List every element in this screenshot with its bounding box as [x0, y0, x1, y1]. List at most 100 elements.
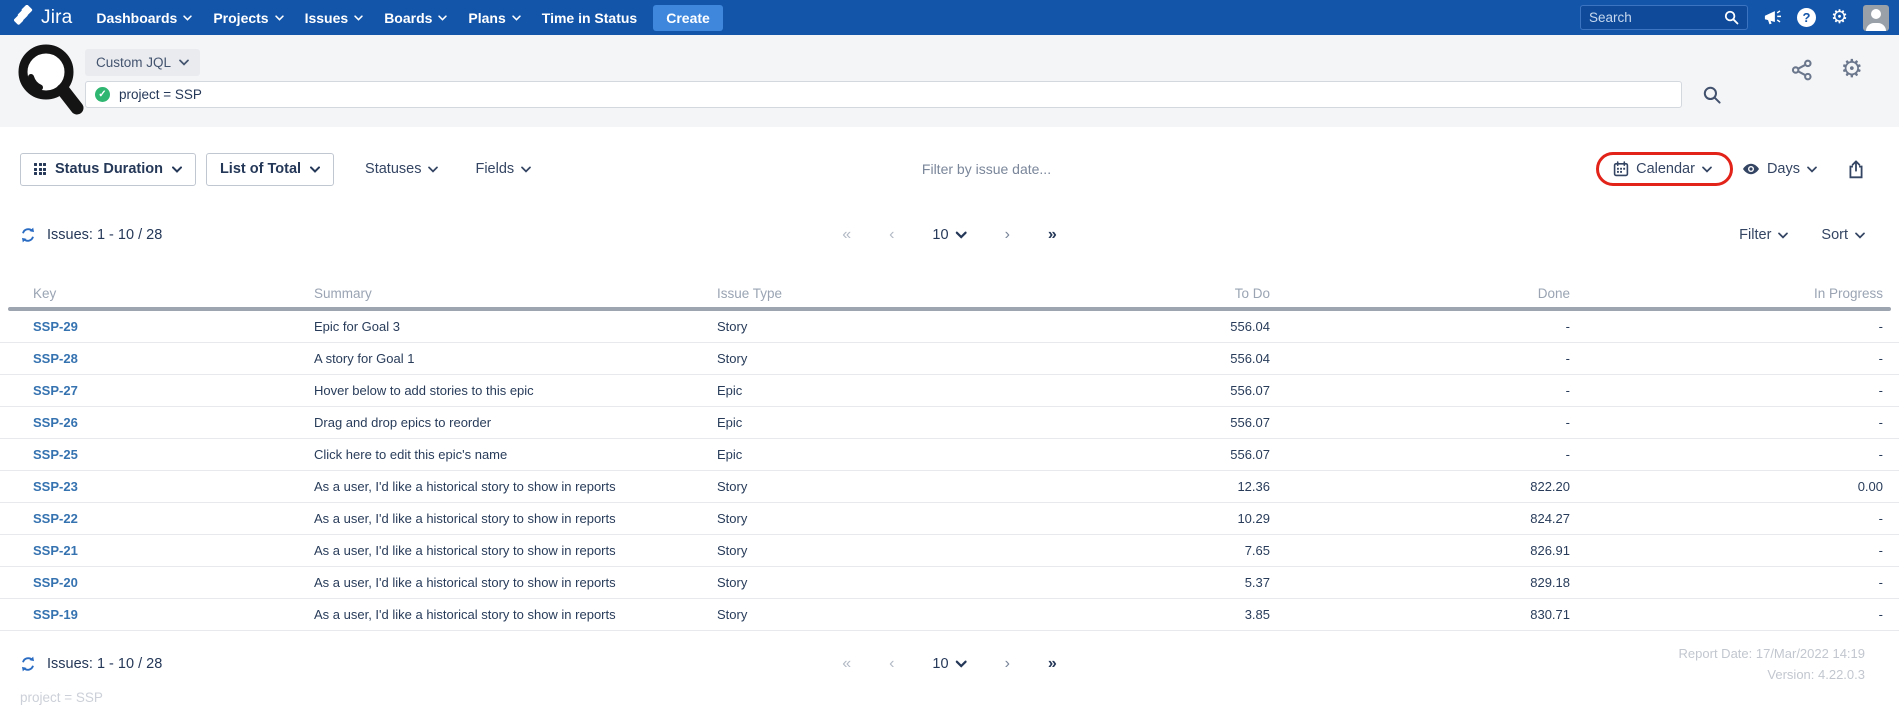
column-header-in-progress[interactable]: In Progress [1570, 286, 1883, 301]
issue-key-link[interactable]: SSP-22 [33, 511, 78, 526]
issue-key-link[interactable]: SSP-19 [33, 607, 78, 622]
table-row[interactable]: SSP-19 As a user, I'd like a historical … [0, 599, 1899, 631]
todo-value: 556.07 [1017, 383, 1270, 398]
column-header-todo[interactable]: To Do [1017, 286, 1270, 301]
header-action-icons: ⚙ [1791, 57, 1863, 82]
page-size-select[interactable]: 10 [932, 656, 966, 672]
issue-key-link[interactable]: SSP-20 [33, 575, 78, 590]
table-row[interactable]: SSP-23 As a user, I'd like a historical … [0, 471, 1899, 503]
issue-key-link[interactable]: SSP-25 [33, 447, 78, 462]
in-progress-value: 0.00 [1570, 479, 1883, 494]
chevron-down-icon [1778, 232, 1788, 239]
issue-type: Story [717, 351, 1017, 366]
run-search-icon[interactable] [1702, 85, 1722, 110]
query-header: Custom JQL ✓ project = SSP ⚙ [0, 35, 1899, 127]
fields-dropdown[interactable]: Fields [475, 161, 531, 177]
prev-page-icon[interactable]: ‹ [889, 227, 894, 243]
nav-menu-item[interactable]: Time in Status [540, 6, 639, 30]
in-progress-value: - [1570, 383, 1883, 398]
filter-dropdown[interactable]: Filter [1739, 227, 1788, 243]
table-row[interactable]: SSP-26 Drag and drop epics to reorder Ep… [0, 407, 1899, 439]
nav-search-box[interactable] [1580, 5, 1748, 30]
report-meta: Report Date: 17/Mar/2022 14:19 Version: … [1679, 643, 1865, 685]
user-avatar[interactable] [1863, 5, 1889, 31]
table-row[interactable]: SSP-21 As a user, I'd like a historical … [0, 535, 1899, 567]
settings-icon[interactable]: ⚙ [1831, 8, 1848, 27]
refresh-icon[interactable] [20, 227, 36, 243]
jql-input[interactable]: ✓ project = SSP [85, 81, 1682, 108]
done-value: - [1270, 383, 1570, 398]
search-input[interactable] [1589, 10, 1724, 25]
nav-menu-item[interactable]: Plans [466, 6, 522, 30]
done-value: - [1270, 351, 1570, 366]
done-value: 830.71 [1270, 607, 1570, 622]
issue-type: Epic [717, 415, 1017, 430]
report-type-button[interactable]: Status Duration [20, 153, 196, 186]
issue-key-link[interactable]: SSP-23 [33, 479, 78, 494]
jira-logo[interactable]: Jira [14, 5, 72, 31]
issue-key-link[interactable]: SSP-29 [33, 319, 78, 334]
done-value: - [1270, 447, 1570, 462]
first-page-icon[interactable]: « [842, 227, 851, 243]
issue-summary: As a user, I'd like a historical story t… [314, 607, 717, 622]
issue-key-link[interactable]: SSP-27 [33, 383, 78, 398]
column-header-done[interactable]: Done [1270, 286, 1570, 301]
issue-key-link[interactable]: SSP-26 [33, 415, 78, 430]
first-page-icon[interactable]: « [842, 656, 851, 672]
nav-item-label: Plans [468, 10, 505, 26]
help-icon[interactable]: ? [1797, 8, 1816, 27]
sort-dropdown[interactable]: Sort [1821, 227, 1865, 243]
last-page-icon[interactable]: » [1048, 227, 1057, 243]
nav-menu-item[interactable]: Issues [303, 6, 366, 30]
issue-key-link[interactable]: SSP-28 [33, 351, 78, 366]
nav-menu-item[interactable]: Dashboards [94, 6, 194, 30]
issue-type: Epic [717, 447, 1017, 462]
report-toolbar: Status Duration List of Total Statuses F… [0, 151, 1899, 187]
table-row[interactable]: SSP-29 Epic for Goal 3 Story 556.04 - - [0, 311, 1899, 343]
chevron-down-icon [310, 166, 320, 173]
jql-mode-dropdown[interactable]: Custom JQL [85, 49, 200, 76]
issue-type: Story [717, 319, 1017, 334]
calendar-dropdown[interactable]: Calendar [1613, 161, 1712, 177]
table-row[interactable]: SSP-28 A story for Goal 1 Story 556.04 -… [0, 343, 1899, 375]
share-icon[interactable] [1791, 59, 1813, 81]
chevron-down-icon [1702, 166, 1712, 173]
statuses-dropdown[interactable]: Statuses [365, 161, 438, 177]
in-progress-value: - [1570, 543, 1883, 558]
nav-menu-item[interactable]: Projects [211, 6, 285, 30]
table-row[interactable]: SSP-27 Hover below to add stories to thi… [0, 375, 1899, 407]
next-page-icon[interactable]: › [1005, 656, 1010, 672]
issue-type: Story [717, 543, 1017, 558]
view-type-button[interactable]: List of Total [206, 153, 334, 186]
nav-item-label: Issues [305, 10, 349, 26]
date-filter-input[interactable]: Filter by issue date... [922, 161, 1051, 177]
time-unit-dropdown[interactable]: Days [1742, 161, 1817, 177]
table-row[interactable]: SSP-22 As a user, I'd like a historical … [0, 503, 1899, 535]
next-page-icon[interactable]: › [1005, 227, 1010, 243]
prev-page-icon[interactable]: ‹ [889, 656, 894, 672]
issue-summary: Click here to edit this epic's name [314, 447, 717, 462]
issue-type: Story [717, 607, 1017, 622]
issue-key-link[interactable]: SSP-21 [33, 543, 78, 558]
in-progress-value: - [1570, 447, 1883, 462]
announcements-icon[interactable] [1763, 9, 1782, 26]
refresh-icon[interactable] [20, 656, 36, 672]
toolbar-right-cluster: Calendar Days [1613, 160, 1865, 179]
column-header-key[interactable]: Key [33, 286, 314, 301]
page-settings-icon[interactable]: ⚙ [1841, 57, 1863, 82]
eye-icon [1742, 162, 1760, 176]
export-icon[interactable] [1847, 160, 1865, 179]
table-row[interactable]: SSP-20 As a user, I'd like a historical … [0, 567, 1899, 599]
column-header-issue-type[interactable]: Issue Type [717, 286, 1017, 301]
last-page-icon[interactable]: » [1048, 656, 1057, 672]
page-size-select[interactable]: 10 [932, 227, 966, 243]
calendar-wrap: Calendar [1613, 161, 1712, 177]
column-header-summary[interactable]: Summary [314, 286, 717, 301]
nav-menu-item[interactable]: Boards [382, 6, 449, 30]
table-row[interactable]: SSP-25 Click here to edit this epic's na… [0, 439, 1899, 471]
calendar-icon [1613, 161, 1629, 177]
chevron-down-icon [428, 166, 438, 173]
chevron-down-icon [179, 59, 189, 66]
create-button[interactable]: Create [653, 5, 723, 31]
issue-summary: As a user, I'd like a historical story t… [314, 479, 717, 494]
